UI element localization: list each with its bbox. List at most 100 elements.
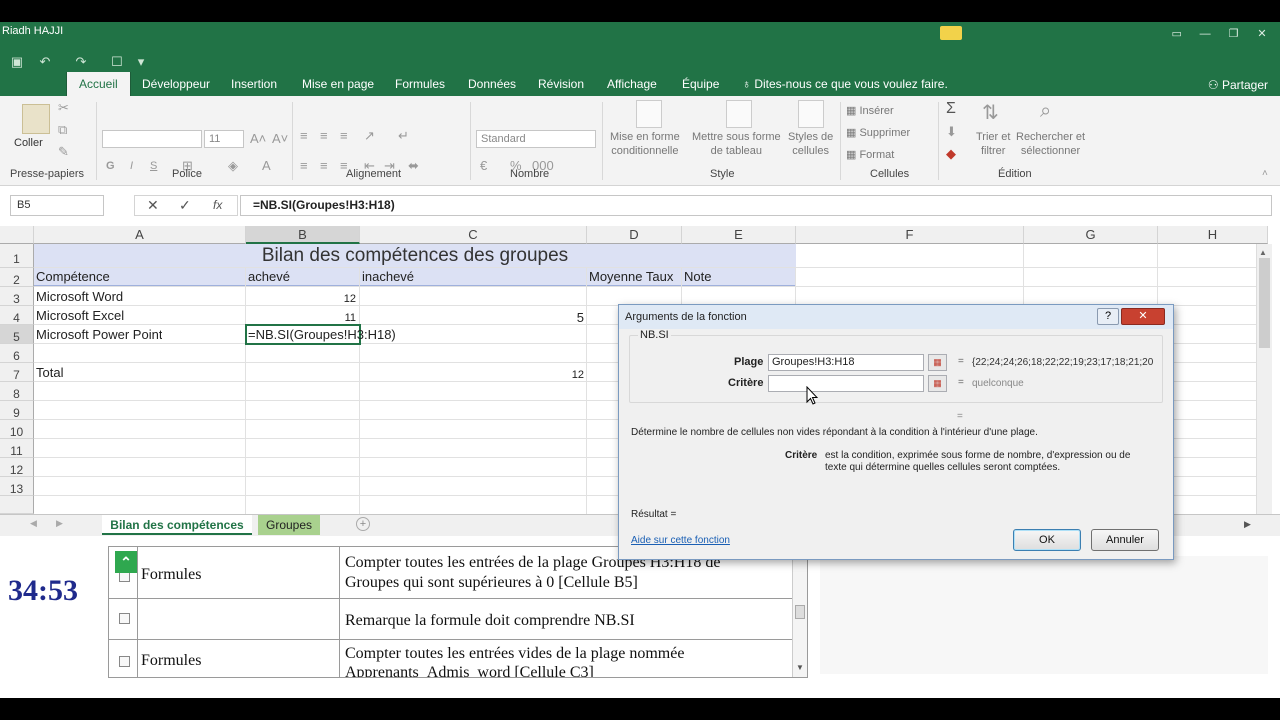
cell-b3[interactable]: 12 [246,290,356,308]
task-checkbox[interactable] [119,656,130,667]
delete-cells-button[interactable]: ▦ Supprimer [846,126,910,140]
save-icon[interactable]: ▣ [8,54,26,70]
row-header-5[interactable]: 5 [0,325,34,344]
collapse-dialog-icon[interactable]: ▦ [928,354,947,371]
format-painter-icon[interactable]: ✎ [58,144,69,160]
cell-styles-button[interactable]: Styles de cellules [788,130,833,158]
sort-filter-button[interactable]: Trier et filtrer [976,130,1010,158]
column-header-h[interactable]: H [1158,226,1268,244]
cancel-formula-icon[interactable]: ✕ [147,197,159,214]
restore-icon[interactable]: ❐ [1222,26,1246,42]
paste-button[interactable]: Coller [14,136,43,150]
plage-input[interactable]: Groupes!H3:H18 [768,354,924,371]
sheet-tab-bilan[interactable]: Bilan des compétences [102,515,252,535]
help-button[interactable]: ? [1097,308,1119,325]
tab-scroll-right-icon[interactable]: ▶ [56,518,63,529]
cancel-button[interactable]: Annuler [1091,529,1159,551]
column-header-d[interactable]: D [587,226,682,244]
wrap-text-icon[interactable]: ↵ [398,128,409,144]
row-header-7[interactable]: 7 [0,363,34,382]
orientation-icon[interactable]: ↗ [364,128,375,144]
row-header-2[interactable]: 2 [0,268,34,287]
copy-icon[interactable]: ⧉ [58,122,67,138]
currency-icon[interactable]: € [480,158,487,173]
tab-mise-en-page[interactable]: Mise en page [302,74,374,96]
scroll-up-icon[interactable]: ▲ [1259,248,1267,257]
tell-me-box[interactable]: ♁ Dites-nous ce que vous voulez faire. [742,74,948,96]
tab-insertion[interactable]: Insertion [231,74,277,96]
close-icon[interactable]: ✕ [1250,26,1274,42]
cell-c4[interactable]: 5 [360,309,584,327]
task-scroll-thumb[interactable] [795,605,805,619]
fill-icon[interactable]: ⬇ [946,124,957,140]
name-box[interactable]: B5 [10,195,104,216]
row-header-3[interactable]: 3 [0,287,34,306]
tab-donnees[interactable]: Données [468,74,516,96]
column-header-c[interactable]: C [360,226,587,244]
tab-accueil[interactable]: Accueil [66,72,131,96]
cell-styles-icon[interactable] [798,100,824,128]
column-header-g[interactable]: G [1024,226,1158,244]
align-middle-icon[interactable]: ≡ [320,128,328,143]
minimize-icon[interactable]: — [1193,26,1217,42]
vertical-scrollbar[interactable]: ▲ [1256,244,1272,514]
tab-equipe[interactable]: Équipe [682,74,719,96]
merge-center-icon[interactable]: ⬌ [408,158,419,174]
align-left-icon[interactable]: ≡ [300,158,308,173]
collapse-dialog-icon[interactable]: ▦ [928,375,947,392]
align-bottom-icon[interactable]: ≡ [340,128,348,143]
cell-c7[interactable]: 12 [360,366,584,384]
header-moyenne-taux[interactable]: Moyenne Taux [587,268,681,286]
row-header-4[interactable]: 4 [0,306,34,325]
format-as-table-button[interactable]: Mettre sous forme de tableau [692,130,781,158]
redo-icon[interactable]: ↷ [72,54,90,70]
task-checkbox[interactable] [119,613,130,624]
row-header-12[interactable]: 12 [0,458,34,477]
h-scroll-right-icon[interactable]: ▶ [1244,519,1251,530]
flag-icon[interactable] [940,26,962,40]
column-header-e[interactable]: E [682,226,796,244]
decrease-font-icon[interactable]: A˅ [272,131,288,146]
underline-button[interactable]: S [150,160,157,172]
insert-function-icon[interactable]: fx [213,198,222,212]
paste-icon[interactable] [22,104,50,134]
format-as-table-icon[interactable] [726,100,752,128]
cell-a3[interactable]: Microsoft Word [36,288,123,306]
header-competence[interactable]: Compétence [34,268,245,286]
tab-scroll-left-icon[interactable]: ◀ [30,518,37,529]
cell-a4[interactable]: Microsoft Excel [36,307,124,325]
font-name-select[interactable] [102,130,202,148]
add-sheet-icon[interactable]: + [356,517,370,531]
help-link[interactable]: Aide sur cette fonction [631,535,730,546]
tab-formules[interactable]: Formules [395,74,445,96]
sheet-tab-groupes[interactable]: Groupes [258,515,320,535]
tab-revision[interactable]: Révision [538,74,584,96]
collapse-ribbon-icon[interactable]: ˄ [1262,168,1268,179]
row-header-14[interactable] [0,496,34,514]
formula-input[interactable]: =NB.SI(Groupes!H3:H18) [240,195,1272,216]
fill-color-icon[interactable]: ◈ [228,158,238,174]
header-acheve[interactable]: achevé [246,268,359,286]
tab-affichage[interactable]: Affichage [607,74,657,96]
collapse-up-icon[interactable]: ⌃ [115,551,137,573]
ok-button[interactable]: OK [1013,529,1081,551]
cell-a7[interactable]: Total [36,364,63,382]
number-format-select[interactable]: Standard [476,130,596,148]
bold-button[interactable]: G [106,160,115,172]
share-button[interactable]: ⚇ Partager [1208,74,1268,96]
scroll-thumb[interactable] [1259,258,1270,348]
find-select-icon[interactable]: ⌕ [1040,100,1051,123]
clear-icon[interactable]: ◆ [946,146,956,162]
undo-icon[interactable]: ↶ [36,54,54,70]
find-select-button[interactable]: Rechercher et sélectionner [1016,130,1085,158]
row-header-6[interactable]: 6 [0,344,34,363]
row-header-10[interactable]: 10 [0,420,34,439]
align-center-icon[interactable]: ≡ [320,158,328,173]
column-header-a[interactable]: A [34,226,246,244]
touch-mode-icon[interactable]: ☐ [108,54,126,70]
row-header-11[interactable]: 11 [0,439,34,458]
italic-button[interactable]: I [130,160,133,172]
tab-developpeur[interactable]: Développeur [142,74,210,96]
sheet-title[interactable]: Bilan des compétences des groupes [34,244,796,267]
cell-b5-active[interactable]: =NB.SI(Groupes!H3:H18) [245,324,396,345]
